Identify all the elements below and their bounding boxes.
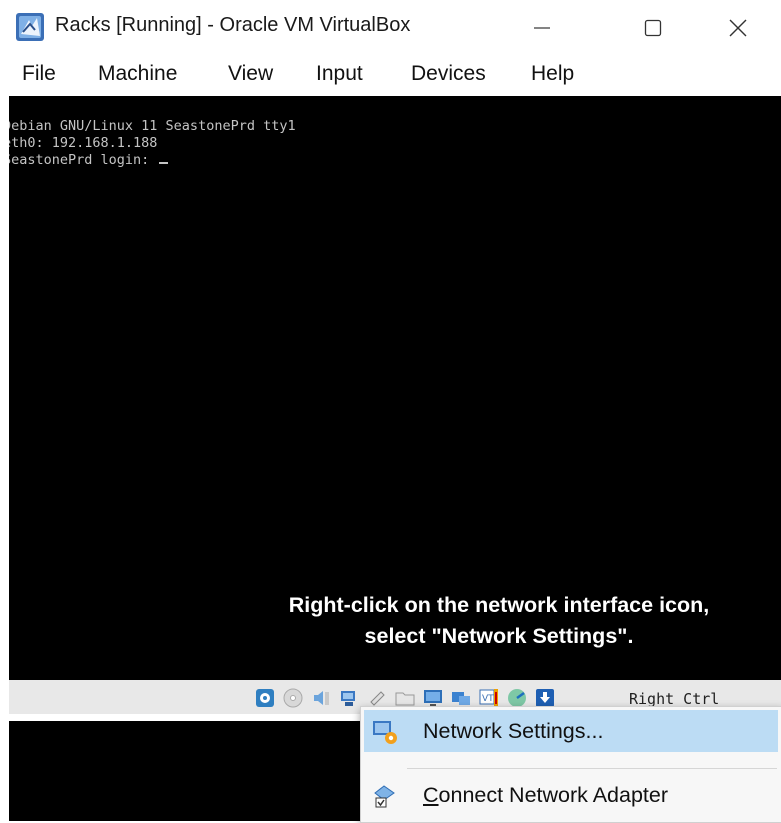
- text-cursor: [159, 162, 169, 164]
- label-rest: onnect Network Adapter: [438, 783, 668, 807]
- menu-bar: File Machine View Input Devices Help: [0, 55, 781, 96]
- close-icon: [729, 19, 747, 36]
- network-settings-icon: [373, 721, 397, 744]
- caption-line-2: select "Network Settings".: [364, 624, 634, 648]
- instruction-caption: Right-click on the network interface ico…: [209, 590, 781, 652]
- minimize-icon: [534, 26, 550, 29]
- menu-devices[interactable]: Devices: [411, 62, 486, 86]
- optical-drive-icon[interactable]: [283, 688, 303, 708]
- virtualbox-app-icon: [16, 13, 44, 41]
- menu-view[interactable]: View: [228, 62, 273, 86]
- connect-network-adapter-icon: [374, 785, 395, 808]
- console-line: SeastonePrd login:: [9, 152, 158, 168]
- vm-display[interactable]: Debian GNU/Linux 11 SeastonePrd tty1 eth0…: [9, 96, 781, 680]
- console-output: Debian GNU/Linux 11 SeastonePrd tty1 eth0…: [9, 118, 296, 169]
- network-context-menu: Network Settings... Connect Network Adap…: [360, 706, 781, 823]
- cpu-icon[interactable]: [507, 688, 527, 708]
- menu-file[interactable]: File: [22, 62, 56, 86]
- close-button[interactable]: [710, 0, 766, 55]
- recording-icon[interactable]: VT: [479, 688, 499, 708]
- caption-line-1: Right-click on the network interface ico…: [288, 593, 710, 617]
- usb-icon[interactable]: [367, 688, 387, 708]
- title-bar[interactable]: Racks [Running] - Oracle VM VirtualBox: [0, 0, 781, 55]
- console-line: Debian GNU/Linux 11 SeastonePrd tty1: [9, 118, 296, 134]
- menu-help[interactable]: Help: [531, 62, 574, 86]
- shared-folders-icon[interactable]: [395, 688, 415, 708]
- connect-network-adapter-label: Connect Network Adapter: [423, 783, 668, 808]
- audio-icon[interactable]: [311, 688, 331, 708]
- maximize-button[interactable]: [625, 0, 681, 55]
- display-icon[interactable]: [423, 688, 443, 708]
- window-title: Racks [Running] - Oracle VM VirtualBox: [55, 14, 411, 36]
- console-line: eth0: 192.168.1.188: [9, 135, 158, 151]
- menu-item-network-settings[interactable]: Network Settings...: [364, 710, 778, 752]
- video-capture-icon[interactable]: [451, 688, 471, 708]
- maximize-icon: [644, 19, 662, 36]
- menu-machine[interactable]: Machine: [98, 62, 177, 86]
- hard-disk-icon[interactable]: [255, 688, 275, 708]
- menu-input[interactable]: Input: [316, 62, 363, 86]
- menu-item-connect-network-adapter[interactable]: Connect Network Adapter: [364, 774, 778, 816]
- mouse-integration-icon[interactable]: [535, 688, 555, 708]
- virtualbox-window: Racks [Running] - Oracle VM VirtualBox F…: [0, 0, 781, 721]
- network-settings-label: Network Settings...: [423, 719, 604, 743]
- menu-separator: [407, 768, 777, 769]
- svg-text:VT: VT: [482, 694, 494, 704]
- minimize-button[interactable]: [514, 0, 570, 55]
- mnemonic-letter: C: [423, 783, 439, 807]
- network-icon[interactable]: [339, 688, 359, 708]
